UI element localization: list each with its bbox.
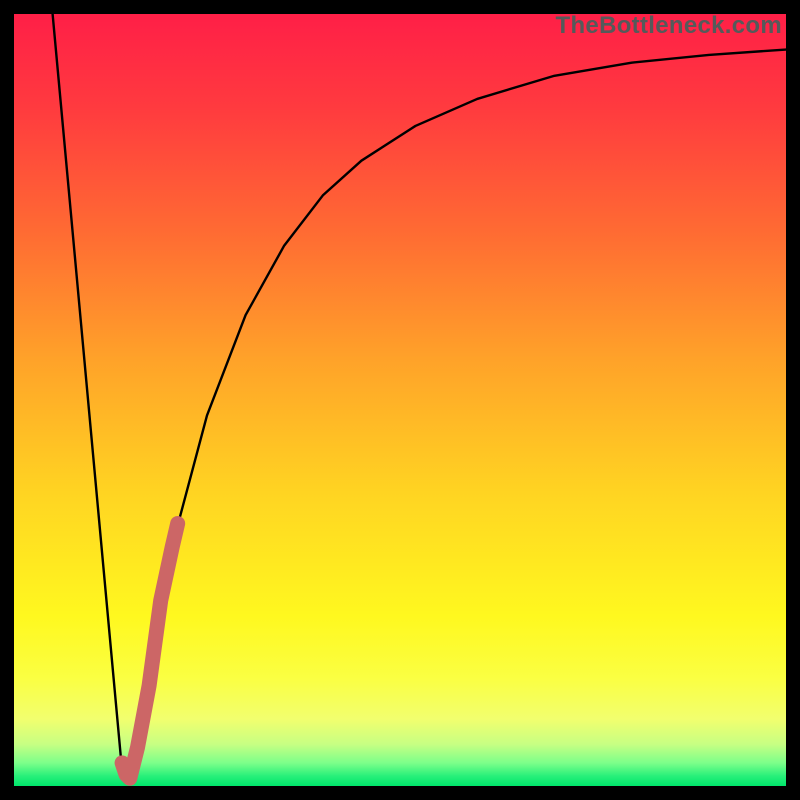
curve-layer — [14, 14, 786, 786]
chart-frame: TheBottleneck.com — [0, 0, 800, 800]
watermark-text: TheBottleneck.com — [556, 12, 782, 40]
bottleneck-curve — [53, 14, 786, 778]
highlight-segment — [122, 524, 178, 779]
plot-area — [14, 14, 786, 786]
